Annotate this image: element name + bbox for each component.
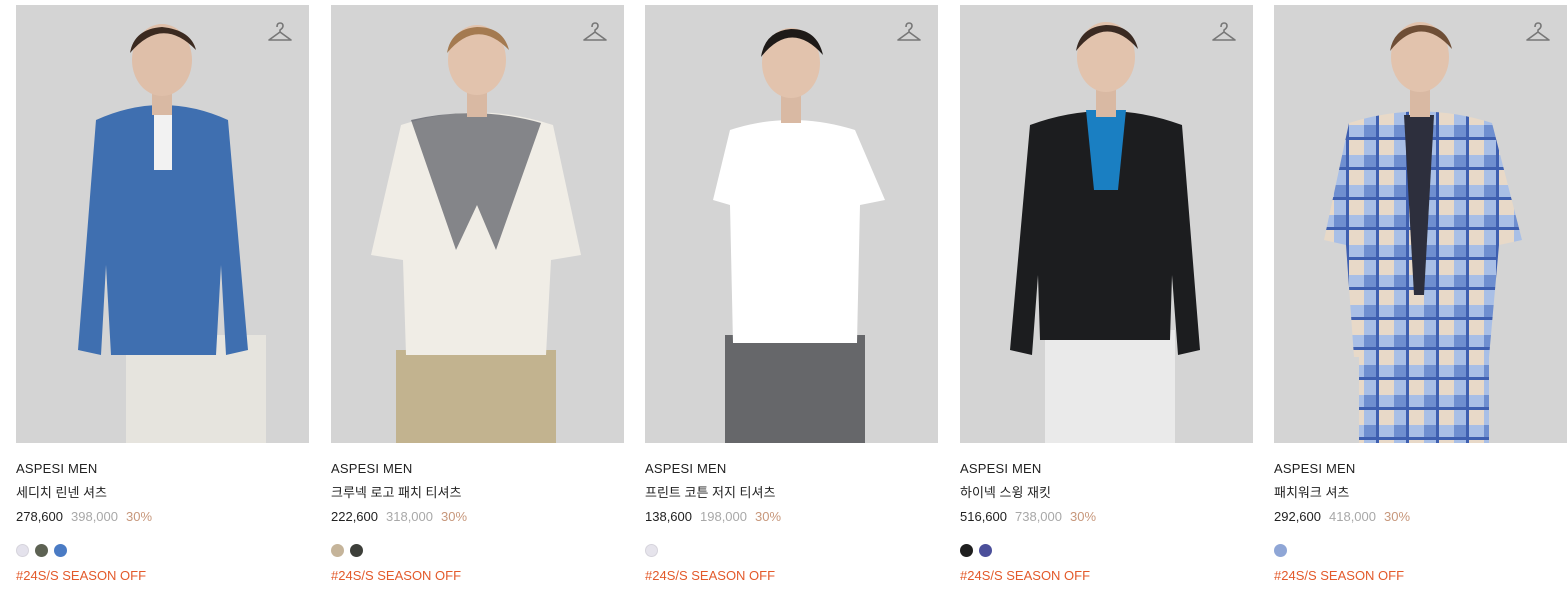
product-name[interactable]: 세디치 린넨 셔츠: [16, 486, 309, 500]
color-swatches: [1274, 544, 1567, 558]
color-swatch[interactable]: [35, 544, 48, 557]
model-photo: [645, 5, 938, 443]
hanger-icon[interactable]: [1211, 21, 1237, 45]
discount-rate: 30%: [441, 509, 468, 524]
color-swatches: [645, 544, 938, 558]
product-card[interactable]: ASPESI MEN 크루넥 로고 패치 티셔츠 222,600 318,000 3…: [331, 5, 624, 583]
product-name[interactable]: 하이넥 스윙 재킷: [960, 486, 1253, 500]
sale-price: 278,600: [16, 509, 63, 524]
promo-tag[interactable]: #24S/S SEASON OFF: [1274, 569, 1567, 583]
hanger-icon[interactable]: [582, 21, 608, 45]
model-photo: [331, 5, 624, 443]
product-image[interactable]: [645, 5, 938, 443]
model-photo: [16, 5, 309, 443]
hanger-icon[interactable]: [267, 21, 293, 45]
brand-name: ASPESI MEN: [1274, 461, 1356, 476]
price-row: 278,600 398,000 30%: [16, 510, 309, 524]
product-card[interactable]: ASPESI MEN 하이넥 스윙 재킷 516,600 738,000 30% #…: [960, 5, 1253, 583]
original-price: 418,000: [1329, 509, 1376, 524]
color-swatch[interactable]: [645, 544, 658, 557]
promo-tag[interactable]: #24S/S SEASON OFF: [331, 569, 624, 583]
price-row: 138,600 198,000 30%: [645, 510, 938, 524]
color-swatches: [331, 544, 624, 558]
sale-price: 138,600: [645, 509, 692, 524]
product-grid: ASPESI MEN 세디치 린넨 셔츠 278,600 398,000 30% #…: [0, 0, 1568, 595]
discount-rate: 30%: [755, 509, 782, 524]
color-swatch[interactable]: [331, 544, 344, 557]
brand-name: ASPESI MEN: [960, 461, 1042, 476]
product-image[interactable]: [960, 5, 1253, 443]
color-swatch[interactable]: [979, 544, 992, 557]
color-swatch[interactable]: [350, 544, 363, 557]
sale-price: 516,600: [960, 509, 1007, 524]
promo-tag[interactable]: #24S/S SEASON OFF: [960, 569, 1253, 583]
product-card[interactable]: ASPESI MEN 프린트 코튼 저지 티셔츠 138,600 198,000 3…: [645, 5, 938, 583]
promo-tag[interactable]: #24S/S SEASON OFF: [16, 569, 309, 583]
color-swatch[interactable]: [54, 544, 67, 557]
discount-rate: 30%: [126, 509, 153, 524]
color-swatch[interactable]: [1274, 544, 1287, 557]
sale-price: 222,600: [331, 509, 378, 524]
original-price: 198,000: [700, 509, 747, 524]
color-swatch[interactable]: [960, 544, 973, 557]
product-name[interactable]: 크루넥 로고 패치 티셔츠: [331, 486, 624, 500]
color-swatches: [16, 544, 309, 558]
product-name[interactable]: 패치워크 셔츠: [1274, 486, 1567, 500]
product-card[interactable]: ASPESI MEN 패치워크 셔츠 292,600 418,000 30% #24…: [1274, 5, 1567, 583]
original-price: 398,000: [71, 509, 118, 524]
product-image[interactable]: [1274, 5, 1567, 443]
promo-tag[interactable]: #24S/S SEASON OFF: [645, 569, 938, 583]
sale-price: 292,600: [1274, 509, 1321, 524]
model-photo: [960, 5, 1253, 443]
model-photo: [1274, 5, 1567, 443]
product-name[interactable]: 프린트 코튼 저지 티셔츠: [645, 486, 938, 500]
discount-rate: 30%: [1070, 509, 1097, 524]
brand-name: ASPESI MEN: [331, 461, 413, 476]
product-card[interactable]: ASPESI MEN 세디치 린넨 셔츠 278,600 398,000 30% #…: [16, 5, 309, 583]
product-image[interactable]: [16, 5, 309, 443]
discount-rate: 30%: [1384, 509, 1411, 524]
price-row: 222,600 318,000 30%: [331, 510, 624, 524]
hanger-icon[interactable]: [896, 21, 922, 45]
product-image[interactable]: [331, 5, 624, 443]
color-swatch[interactable]: [16, 544, 29, 557]
original-price: 738,000: [1015, 509, 1062, 524]
brand-name: ASPESI MEN: [645, 461, 727, 476]
brand-name: ASPESI MEN: [16, 461, 98, 476]
price-row: 516,600 738,000 30%: [960, 510, 1253, 524]
color-swatches: [960, 544, 1253, 558]
price-row: 292,600 418,000 30%: [1274, 510, 1567, 524]
original-price: 318,000: [386, 509, 433, 524]
hanger-icon[interactable]: [1525, 21, 1551, 45]
